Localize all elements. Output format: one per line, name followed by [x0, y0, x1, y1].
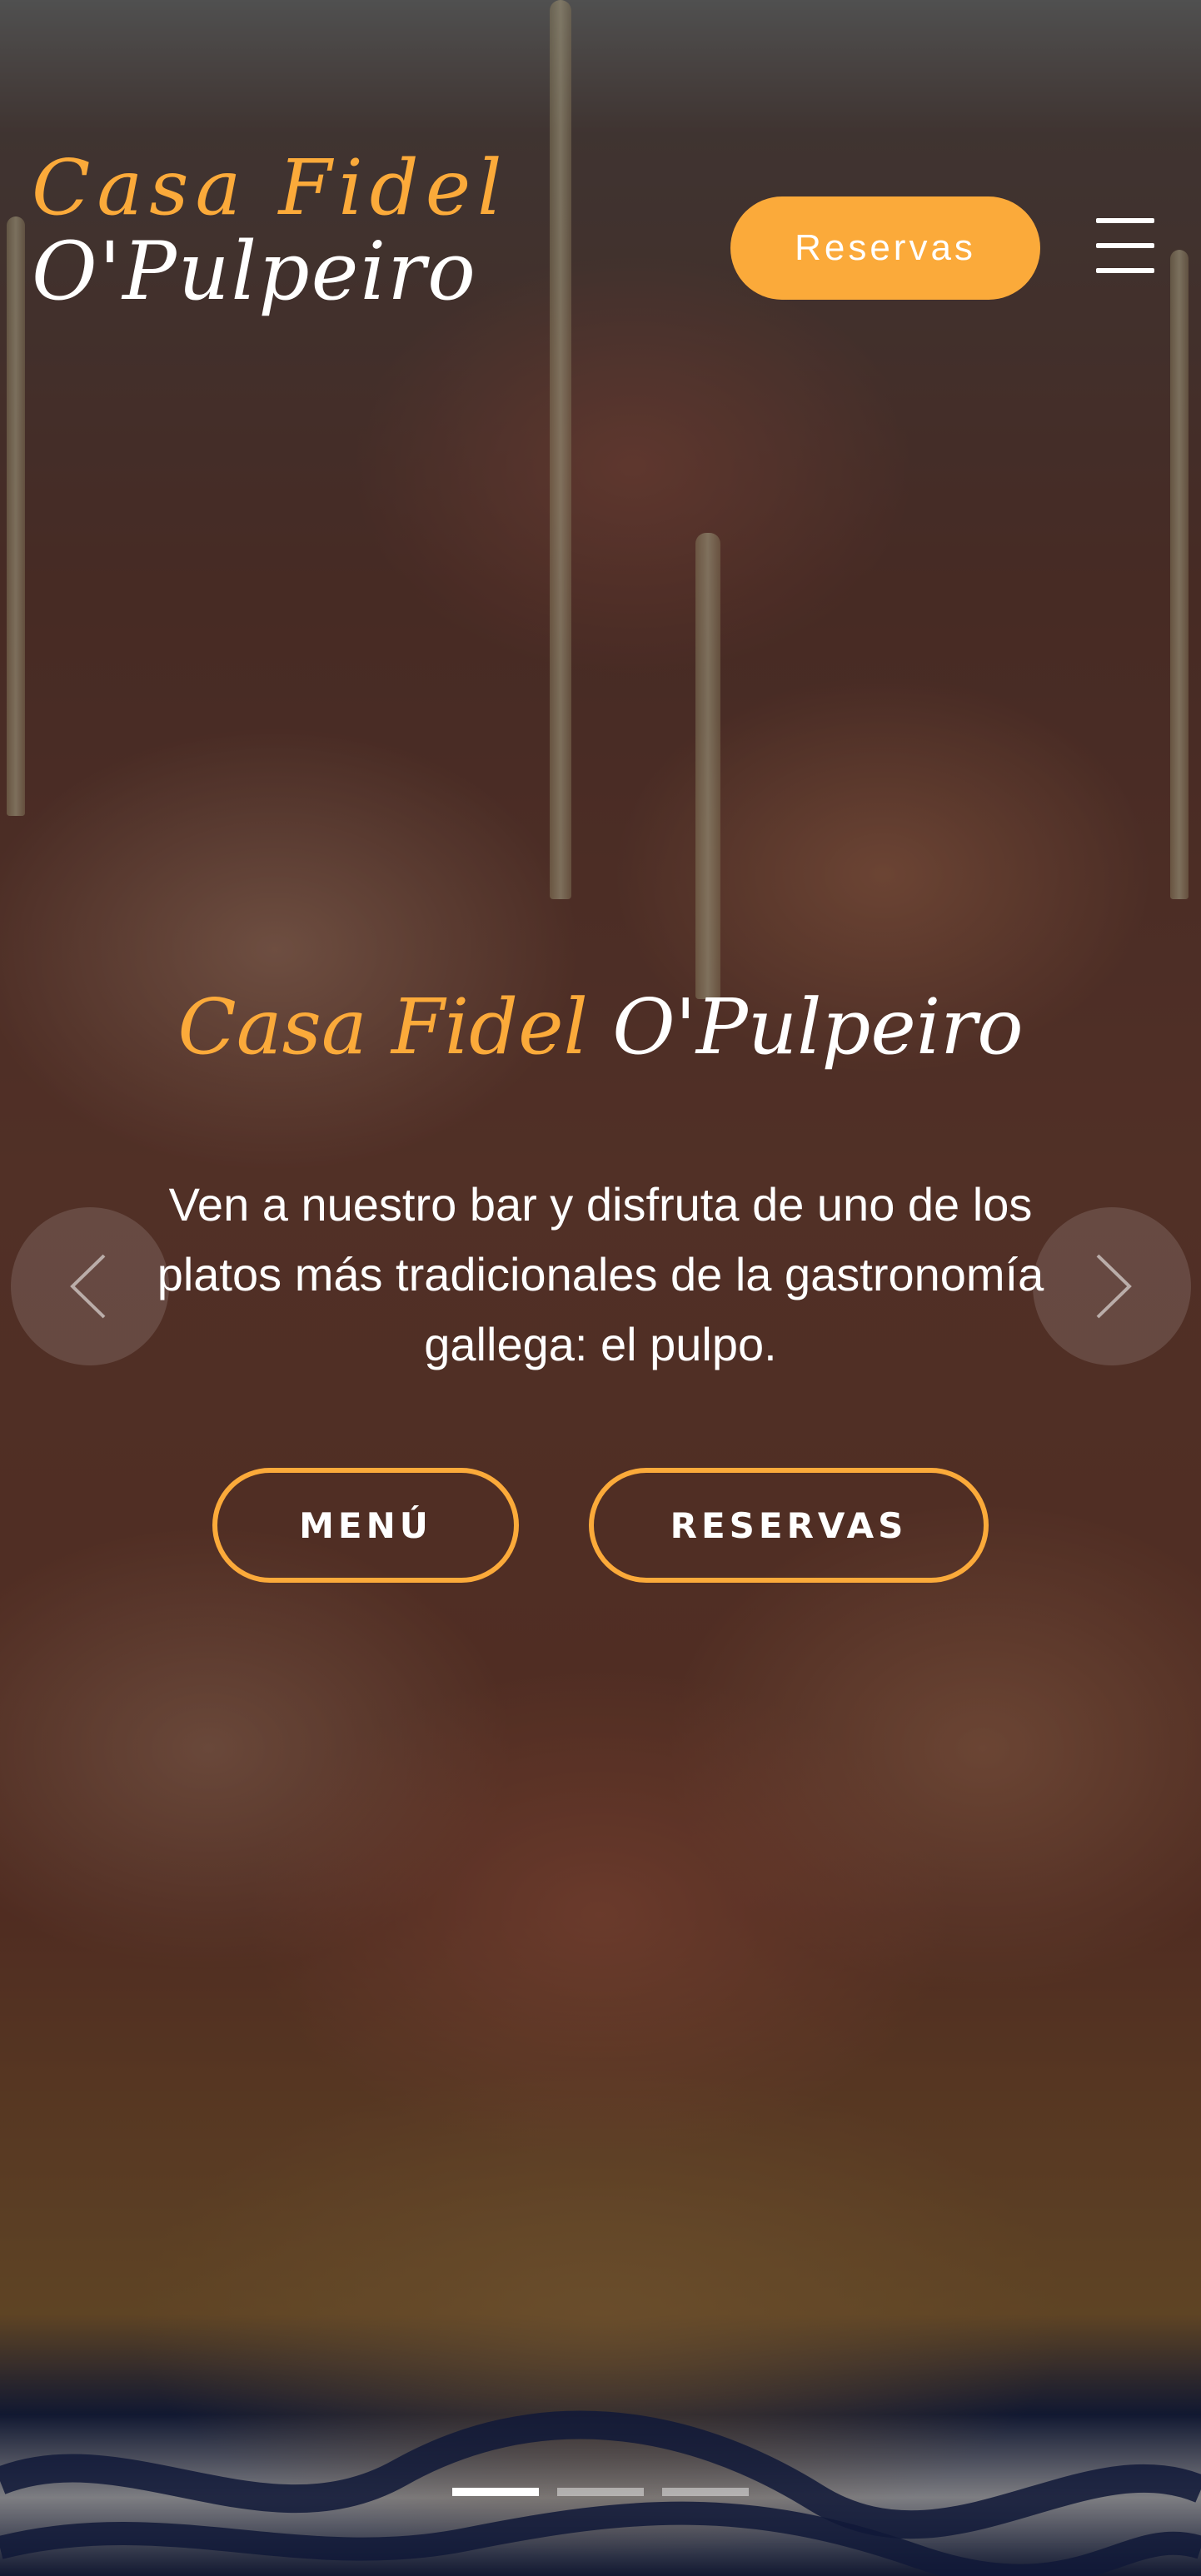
- carousel-prev-button[interactable]: [11, 1207, 169, 1365]
- carousel-indicator-2[interactable]: [557, 2488, 644, 2496]
- hero-description: Ven a nuestro bar y disfruta de uno de l…: [157, 1178, 1044, 1370]
- carousel-indicator-1[interactable]: [452, 2488, 539, 2496]
- brand-name-line2: O'Pulpeiro: [32, 225, 477, 318]
- chevron-left-icon: [70, 1254, 106, 1319]
- menu-button[interactable]: MENÚ: [212, 1468, 519, 1583]
- carousel-indicator-3[interactable]: [662, 2488, 749, 2496]
- brand-name-line1: Casa Fidel: [32, 143, 509, 232]
- brand-logo[interactable]: Casa Fidel O'Pulpeiro: [32, 143, 509, 318]
- chevron-right-icon: [1096, 1254, 1132, 1319]
- hamburger-menu-icon[interactable]: [1096, 218, 1154, 273]
- carousel-next-button[interactable]: [1033, 1207, 1191, 1365]
- hero-title-white: O'Pulpeiro: [612, 982, 1024, 1072]
- hero-title: Casa Fidel O'Pulpeiro: [0, 982, 1201, 1072]
- carousel-indicators: [452, 2488, 752, 2498]
- reservations-button[interactable]: RESERVAS: [589, 1468, 989, 1583]
- header-reservations-button[interactable]: Reservas: [730, 196, 1040, 300]
- hero-title-accent: Casa Fidel: [177, 982, 588, 1072]
- hero-section: Casa Fidel O'Pulpeiro Reservas Casa Fide…: [0, 0, 1201, 2576]
